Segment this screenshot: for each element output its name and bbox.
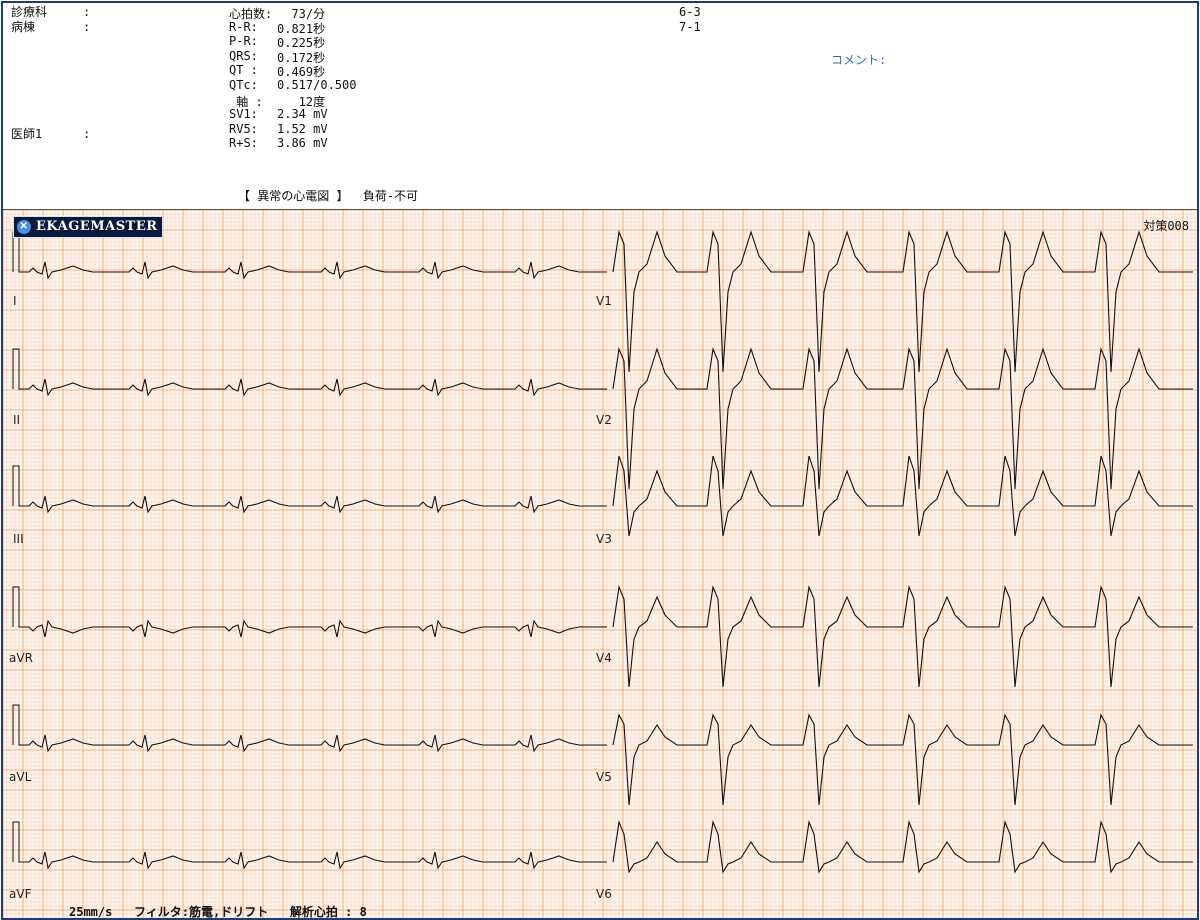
measurement-row: QRS: 0.172秒 <box>229 48 429 65</box>
ecg-trace-limb <box>25 619 607 638</box>
lead-label-V4: V4 <box>596 651 612 665</box>
measurement-label: SV1: <box>229 107 258 122</box>
measurement-value: 0.517/0.500 <box>277 77 357 92</box>
measurement-value: 3.86 mV <box>277 136 328 151</box>
measurement-label: R+S: <box>229 136 258 151</box>
ward-label: 病棟 <box>11 20 36 34</box>
lead-label-aVF: aVF <box>9 887 32 901</box>
measurement-list: 心拍数: 73/分 R-R: 0.821秒 P-R: 0.225秒 QRS: 0.172秒 Q… <box>229 5 429 151</box>
ecg-trace-limb <box>25 851 607 870</box>
ecg-traces <box>3 210 1197 918</box>
lead-label-V5: V5 <box>596 770 612 784</box>
grid-minor-lines <box>3 210 1197 918</box>
report-header: 診療科 : 病棟 : 医師1 : 心拍数: 73/分 R-R: 0.821秒 P-R:… <box>3 3 1197 210</box>
measurement-label: QTc: <box>229 77 258 92</box>
ekagemaster-logo: ✕ EKAGEMASTER <box>13 216 163 238</box>
dept-label: 診療科 <box>11 5 48 19</box>
measurement-row: P-R: 0.225秒 <box>229 34 429 50</box>
lead-label-V6: V6 <box>596 887 612 901</box>
ecg-trace-limb <box>25 378 607 397</box>
logo-text: EKAGEMASTER <box>36 219 158 234</box>
ecg-grid <box>3 210 1197 918</box>
lead-label-aVR: aVR <box>9 651 33 665</box>
doctor-label: 医師1 <box>11 127 43 141</box>
measurement-row: SV1: 2.34 mV <box>229 107 429 122</box>
comment-label: コメント: <box>831 53 887 67</box>
measurement-value: 2.34 mV <box>277 107 328 122</box>
lead-label-II: II <box>13 413 21 427</box>
lead-label-aVL: aVL <box>9 770 32 784</box>
measurement-label: RV5: <box>229 121 258 136</box>
ecg-report: 診療科 : 病棟 : 医師1 : 心拍数: 73/分 R-R: 0.821秒 P-R:… <box>1 1 1199 920</box>
lead-label-V1: V1 <box>596 294 612 308</box>
measurement-row: 心拍数: 73/分 <box>229 5 429 21</box>
lead-label-V2: V2 <box>596 413 612 427</box>
doctor-colon: : <box>83 127 91 141</box>
measurement-label: R-R: <box>229 19 258 34</box>
measurement-row: RV5: 1.52 mV <box>229 122 429 137</box>
measurement-row: R+S: 3.86 mV <box>229 136 429 151</box>
lead-label-V3: V3 <box>596 532 612 546</box>
footer-settings: 25mm/s フィルタ:筋電,ドリフト 解析心拍 : 8 <box>69 905 367 919</box>
grid-major-lines <box>3 210 1197 918</box>
record-code: 対策008 <box>1143 219 1189 233</box>
measurement-row: QT :0.469秒 <box>229 63 429 79</box>
ecg-trace-limb <box>25 734 607 753</box>
code-6-3: 6-3 <box>679 5 701 19</box>
x-circle-icon: ✕ <box>17 220 31 234</box>
lead-label-III: III <box>13 532 24 546</box>
measurement-value: 1.52 mV <box>277 121 328 136</box>
measurement-row: QTc: 0.517/0.500 <box>229 78 429 93</box>
ward-colon: : <box>83 20 91 34</box>
code-7-1: 7-1 <box>679 20 701 34</box>
lead-label-I: I <box>13 294 17 308</box>
measurement-label: QT : <box>229 63 258 78</box>
diagnosis-text: 【 異常の心電図 】 負荷-不可 <box>238 189 419 203</box>
measurement-label: P-R: <box>229 34 258 49</box>
dept-colon: : <box>83 5 91 19</box>
measurement-label: QRS: <box>229 48 258 63</box>
measurement-row: 軸 : 12度 <box>229 93 429 109</box>
measurement-row: R-R: 0.821秒 <box>229 19 429 36</box>
